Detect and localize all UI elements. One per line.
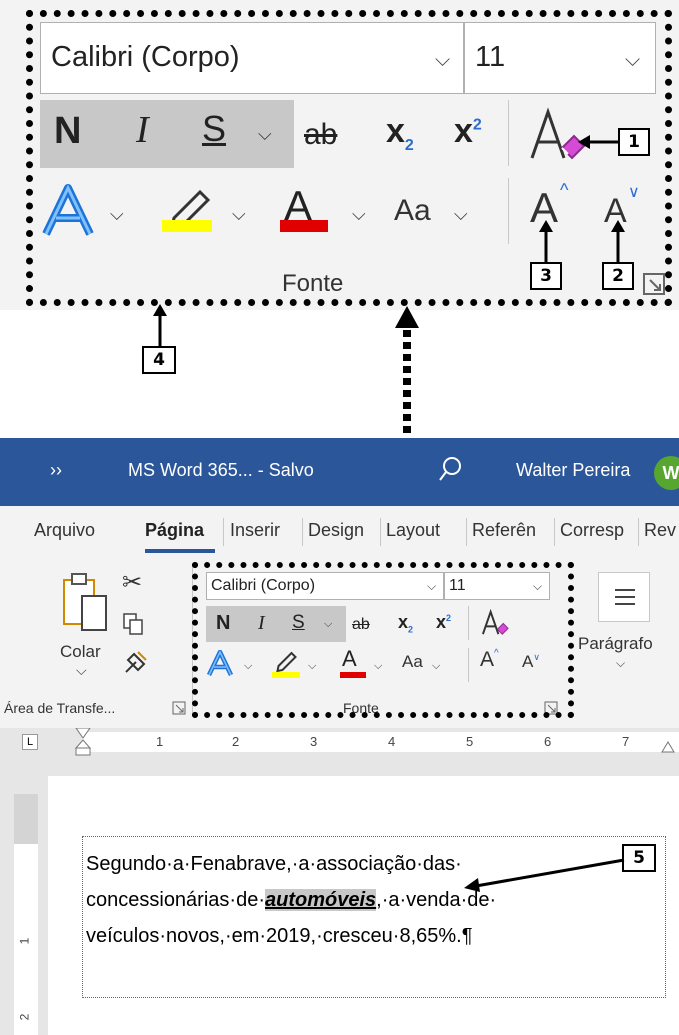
- tab-pagina[interactable]: Página: [145, 520, 204, 541]
- tab-inserir[interactable]: Inserir: [230, 520, 280, 541]
- separator: [380, 518, 381, 546]
- chevron-down-icon[interactable]: ⌵: [616, 656, 625, 671]
- active-tab-underline: [145, 549, 215, 553]
- copy-icon[interactable]: [122, 612, 144, 636]
- ruler-mark: 3: [310, 734, 318, 749]
- ruler-mark: 6: [544, 734, 552, 749]
- tab-layout[interactable]: Layout: [386, 520, 440, 541]
- chevron-down-icon[interactable]: ⌵: [76, 662, 87, 679]
- arrow-3: [539, 220, 553, 264]
- ruler-mark: 2: [232, 734, 240, 749]
- tab-correspondencias[interactable]: Corresp: [560, 520, 624, 541]
- text-line-2: concessionárias·de·automóveis,·a·venda·d…: [86, 882, 496, 918]
- cut-icon[interactable]: ✂: [122, 568, 142, 597]
- align-lines-icon: [615, 589, 635, 605]
- ruler-mark: 1: [156, 734, 164, 749]
- title-bar: ›› MS Word 365... - Salvo Walter Pereira…: [0, 438, 679, 506]
- vertical-ruler-mark: 2: [17, 1013, 32, 1021]
- selected-word[interactable]: automóveis: [264, 889, 377, 911]
- tab-selector[interactable]: L: [22, 734, 38, 750]
- tab-arquivo[interactable]: Arquivo: [34, 520, 95, 541]
- format-painter-icon[interactable]: [122, 650, 148, 676]
- text-line-1: Segundo·a·Fenabrave,·a·associação·das·: [86, 853, 462, 875]
- tab-design[interactable]: Design: [308, 520, 364, 541]
- paragraph-label[interactable]: Parágrafo: [578, 634, 653, 654]
- text-line-2-start: concessionárias·de·: [86, 889, 265, 911]
- vertical-ruler-mark: 1: [17, 937, 32, 945]
- arrow-1: [578, 135, 618, 149]
- arrow-4: [153, 304, 167, 348]
- tab-revisao[interactable]: Rev: [644, 520, 676, 541]
- zoom-frame: [26, 10, 672, 306]
- document-page[interactable]: Segundo·a·Fenabrave,·a·associação·das· c…: [48, 776, 679, 1035]
- paste-label[interactable]: Colar: [60, 642, 101, 662]
- arrow-2: [611, 220, 625, 264]
- font-group-highlight: [192, 562, 574, 718]
- vertical-ruler: 1 2: [14, 794, 38, 1035]
- ribbon: Colar ⌵ ✂ Área de Transfe... Calibri (Co…: [0, 558, 679, 729]
- document-area: 1 2 Segundo·a·Fenabrave,·a·associação·da…: [0, 756, 679, 1035]
- ruler-mark: 5: [466, 734, 474, 749]
- more-commands-button[interactable]: ››: [50, 460, 62, 481]
- document-text[interactable]: Segundo·a·Fenabrave,·a·associação·das· c…: [86, 846, 496, 954]
- arrow-5: [464, 858, 625, 892]
- clipboard-group-label: Área de Transfe...: [4, 700, 116, 716]
- ribbon-tabs: Arquivo Página Inserir Design Layout Ref…: [0, 506, 679, 558]
- ruler-bar: [82, 732, 679, 752]
- search-icon[interactable]: [438, 456, 462, 484]
- paste-icon[interactable]: [60, 572, 110, 632]
- separator: [554, 518, 555, 546]
- ruler-mark: 4: [388, 734, 396, 749]
- callout-4: 4: [142, 346, 176, 374]
- avatar[interactable]: W: [654, 456, 679, 490]
- ruler-mark: 7: [622, 734, 630, 749]
- paragraph-button[interactable]: [598, 572, 650, 622]
- document-title: MS Word 365... - Salvo: [128, 460, 314, 480]
- separator: [466, 518, 467, 546]
- callout-2: 2: [602, 262, 634, 290]
- indent-marker-icon[interactable]: [74, 728, 92, 756]
- callout-1: 1: [618, 128, 650, 156]
- callout-5: 5: [622, 844, 656, 872]
- horizontal-ruler: L 1 2 3 4 5 6 7: [0, 728, 679, 756]
- text-line-3: veículos·novos,·em·2019,·cresceu·8,65%.¶: [86, 925, 473, 947]
- vertical-ruler-margin: [14, 794, 38, 844]
- separator: [223, 518, 224, 546]
- dialog-launcher-icon[interactable]: [172, 701, 186, 715]
- separator: [302, 518, 303, 546]
- user-name[interactable]: Walter Pereira: [516, 460, 630, 481]
- right-indent-icon[interactable]: [660, 738, 676, 754]
- separator: [638, 518, 639, 546]
- callout-3: 3: [530, 262, 562, 290]
- tab-referencias[interactable]: Referên: [472, 520, 536, 541]
